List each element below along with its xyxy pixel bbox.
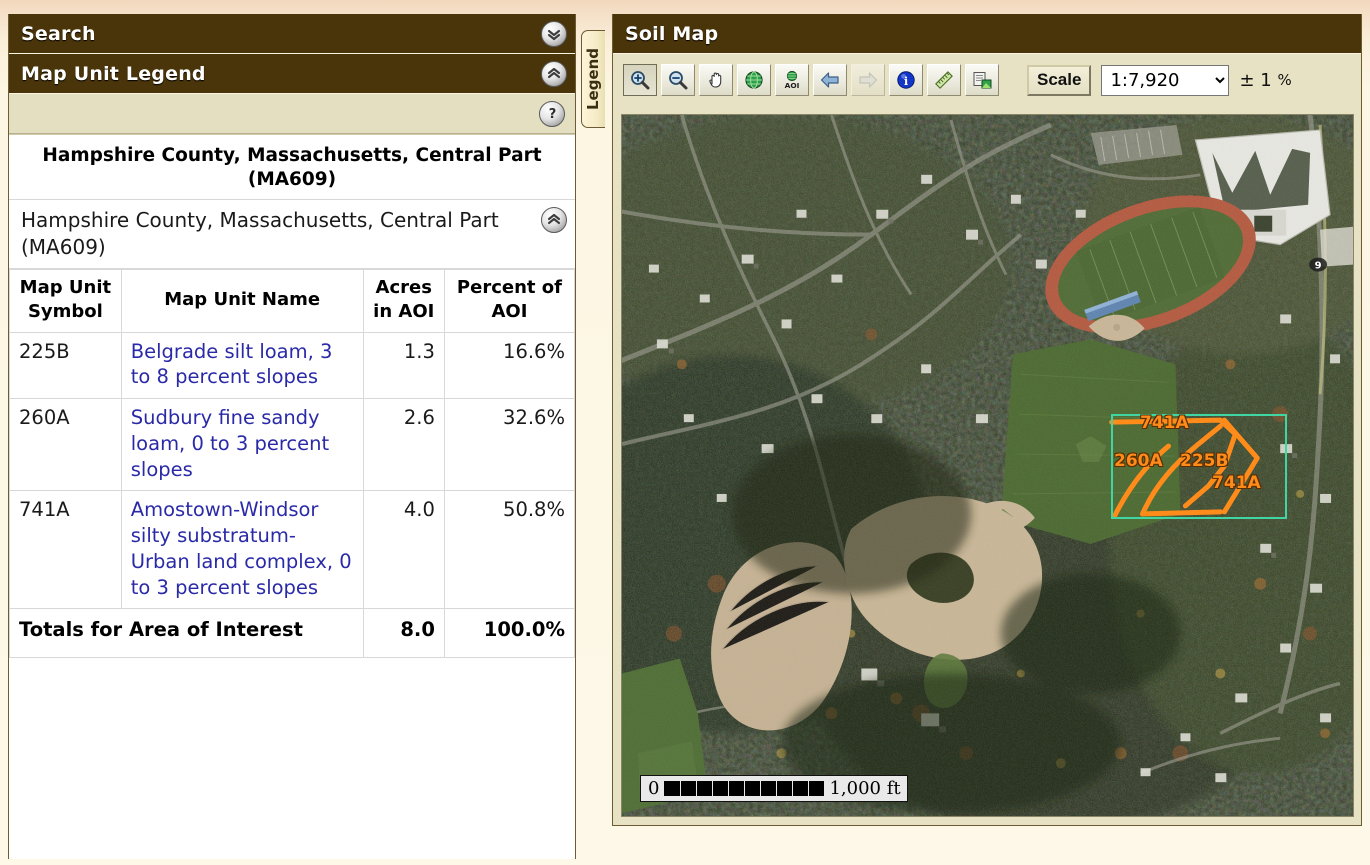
scale-tolerance-value: ± 1 [1239, 70, 1271, 91]
scale-tolerance-unit: % [1277, 71, 1291, 89]
info-circle-icon: i [895, 69, 917, 91]
survey-area-row[interactable]: Hampshire County, Massachusetts, Central… [9, 199, 575, 269]
magnifier-plus-icon [629, 69, 651, 91]
zoom-out-tool[interactable] [661, 64, 695, 96]
survey-area-name: Hampshire County, Massachusetts, Central… [21, 207, 541, 260]
column-header-acres: Acres in AOI [363, 270, 444, 333]
table-row: 225B Belgrade silt loam, 3 to 8 percent … [10, 332, 575, 398]
survey-area-heading: Hampshire County, Massachusetts, Central… [9, 135, 575, 199]
cell-percent: 32.6% [444, 399, 574, 491]
map-unit-name-link[interactable]: Amostown-Windsor silty substratum-Urban … [131, 498, 352, 598]
cell-acres: 4.0 [363, 491, 444, 609]
magnifier-minus-icon [667, 69, 689, 91]
column-header-symbol: Map Unit Symbol [10, 270, 122, 333]
scale-select[interactable]: 1:7,920 [1101, 65, 1229, 96]
map-unit-name-link[interactable]: Belgrade silt loam, 3 to 8 percent slope… [131, 340, 333, 389]
table-row: 260A Sudbury fine sandy loam, 0 to 3 per… [10, 399, 575, 491]
arrow-right-icon [857, 69, 879, 91]
map-scale-bar: 0 1,000 ft [640, 775, 908, 802]
table-totals-row: Totals for Area of Interest 8.0 100.0% [10, 609, 575, 658]
soil-map-panel: Soil Map [612, 14, 1362, 826]
map-unit-legend-header[interactable]: Map Unit Legend [9, 54, 575, 94]
zoom-to-aoi[interactable]: AOI [775, 64, 809, 96]
map-toolbar: AOI i [613, 54, 1361, 106]
map-unit-name-link[interactable]: Sudbury fine sandy loam, 0 to 3 percent … [131, 406, 329, 480]
print-map-tool[interactable] [965, 64, 999, 96]
scale-bar-min: 0 [645, 778, 664, 799]
legend-side-tab-label: Legend [585, 48, 603, 110]
legend-side-tab[interactable]: Legend [581, 30, 605, 128]
chevron-double-down-icon[interactable] [541, 21, 567, 47]
scale-bar-max: 1,000 ft [824, 778, 900, 799]
map-unit-legend-title: Map Unit Legend [21, 63, 541, 85]
map-viewport[interactable]: 9 741A 260A 225B 741A 0 1,000 ft [621, 114, 1354, 817]
search-section-header[interactable]: Search [9, 14, 575, 54]
help-row: ? [9, 94, 575, 134]
svg-text:i: i [904, 74, 909, 88]
zoom-to-full-extent[interactable] [737, 64, 771, 96]
table-header-row: Map Unit Symbol Map Unit Name Acres in A… [10, 270, 575, 333]
forward-extent [851, 64, 885, 96]
svg-text:?: ? [548, 107, 556, 122]
arrow-left-icon [819, 69, 841, 91]
cell-map-unit-symbol: 225B [10, 332, 122, 398]
question-mark-help-icon[interactable]: ? [539, 101, 565, 127]
totals-percent: 100.0% [444, 609, 574, 658]
soil-map-header: Soil Map [613, 14, 1361, 54]
chevron-double-up-icon[interactable] [541, 61, 567, 87]
cell-percent: 50.8% [444, 491, 574, 609]
cell-acres: 2.6 [363, 399, 444, 491]
globe-aoi-icon: AOI [781, 69, 803, 91]
cell-map-unit-name: Amostown-Windsor silty substratum-Urban … [121, 491, 363, 609]
ruler-icon [933, 69, 955, 91]
column-header-percent: Percent of AOI [444, 270, 574, 333]
map-unit-legend-table: Map Unit Symbol Map Unit Name Acres in A… [9, 269, 575, 658]
back-extent[interactable] [813, 64, 847, 96]
table-row: 741A Amostown-Windsor silty substratum-U… [10, 491, 575, 609]
svg-text:9: 9 [1315, 261, 1322, 272]
search-section-title: Search [21, 23, 541, 45]
cell-map-unit-name: Belgrade silt loam, 3 to 8 percent slope… [121, 332, 363, 398]
cell-map-unit-symbol: 260A [10, 399, 122, 491]
scale-button[interactable]: Scale [1027, 65, 1091, 96]
chevron-double-up-icon[interactable] [541, 207, 567, 233]
scale-tolerance: ± 1 % [1239, 70, 1291, 91]
globe-icon [743, 69, 765, 91]
cell-percent: 16.6% [444, 332, 574, 398]
identify-tool[interactable]: i [889, 64, 923, 96]
cell-map-unit-name: Sudbury fine sandy loam, 0 to 3 percent … [121, 399, 363, 491]
aerial-imagery: 9 [622, 115, 1353, 816]
hand-icon [705, 69, 727, 91]
legend-content: Hampshire County, Massachusetts, Central… [9, 134, 575, 859]
totals-label: Totals for Area of Interest [10, 609, 364, 658]
print-layers-icon [971, 69, 993, 91]
map-unit-legend-panel: Search Map Unit Legend ? Hampshire Count… [8, 14, 576, 859]
cell-map-unit-symbol: 741A [10, 491, 122, 609]
zoom-in-tool[interactable] [623, 64, 657, 96]
soil-map-title: Soil Map [625, 23, 1353, 45]
totals-acres: 8.0 [363, 609, 444, 658]
pan-tool[interactable] [699, 64, 733, 96]
scale-bar-segments [664, 781, 824, 796]
column-header-name: Map Unit Name [121, 270, 363, 333]
scale-controls: Scale 1:7,920 ± 1 % [1027, 65, 1292, 96]
cell-acres: 1.3 [363, 332, 444, 398]
measure-tool[interactable] [927, 64, 961, 96]
svg-text:AOI: AOI [785, 81, 800, 90]
